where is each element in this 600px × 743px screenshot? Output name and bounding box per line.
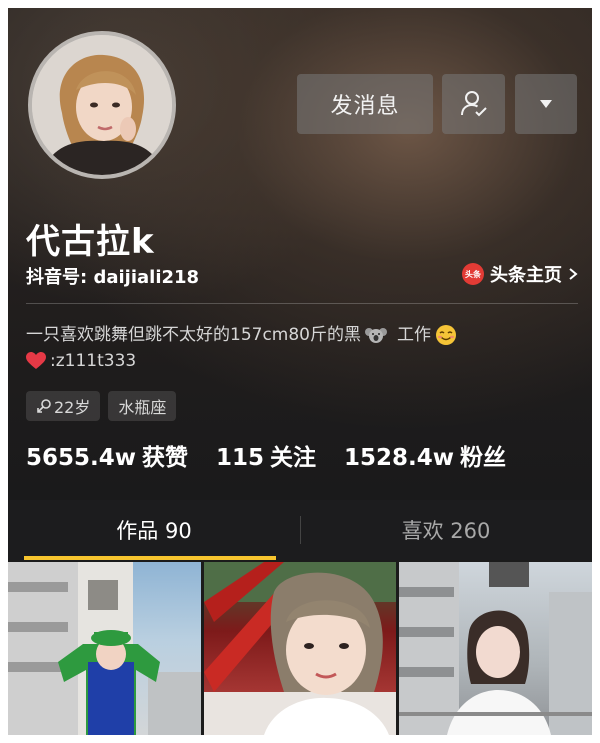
bio-line-2: :z111t333 (26, 348, 457, 374)
divider (26, 303, 578, 304)
video-thumbnail-image (8, 562, 201, 735)
stat-following-label: 关注 (270, 445, 317, 471)
profile-screen: 发消息 代古拉k 抖音号: daijiali218 头条 头条主页 一只喜欢跳舞… (8, 8, 592, 735)
toutiao-homepage-link[interactable]: 头条 头条主页 (462, 261, 578, 287)
stat-following[interactable]: 115 关注 (216, 438, 316, 472)
stat-followers-value: 1528.4w (344, 445, 455, 471)
tab-works[interactable]: 作品 90 (8, 500, 300, 560)
video-thumbnail[interactable] (203, 562, 397, 735)
stat-followers[interactable]: 1528.4w 粉丝 (344, 438, 506, 472)
stat-following-value: 115 (216, 445, 265, 471)
heart-icon (26, 352, 46, 369)
video-grid (8, 562, 592, 735)
profile-name: 代古拉k (26, 222, 155, 262)
tab-likes-label: 喜欢 260 (401, 519, 491, 543)
profile-stats: 5655.4w 获赞 115 关注 1528.4w 粉丝 (26, 438, 506, 472)
chevron-right-icon (569, 268, 578, 280)
video-thumbnail[interactable] (399, 562, 592, 735)
tab-likes[interactable]: 喜欢 260 (300, 500, 592, 560)
stat-likes[interactable]: 5655.4w 获赞 (26, 438, 188, 472)
user-check-icon (460, 91, 487, 117)
tag-age: 22岁 (26, 391, 101, 421)
video-thumbnail-image (203, 562, 397, 735)
active-tab-indicator (24, 556, 276, 560)
avatar-photo (32, 35, 172, 175)
video-thumbnail-image (399, 562, 592, 735)
follow-button[interactable] (442, 74, 505, 134)
tag-zodiac-label: 水瓶座 (118, 398, 167, 417)
stat-likes-label: 获赞 (142, 445, 189, 471)
stat-likes-value: 5655.4w (26, 445, 137, 471)
bio-contact: :z111t333 (50, 351, 137, 371)
tab-separator (300, 516, 301, 544)
bio-work: 工作 (397, 325, 431, 345)
tag-age-label: 22岁 (54, 398, 91, 417)
video-thumbnail[interactable] (8, 562, 201, 735)
profile-header: 发消息 代古拉k 抖音号: daijiali218 头条 头条主页 一只喜欢跳舞… (8, 8, 592, 500)
send-message-button[interactable]: 发消息 (297, 74, 433, 134)
tab-works-label: 作品 90 (116, 519, 192, 543)
bio: 一只喜欢跳舞但跳不太好的157cm80斤的黑 工作:z111t333 (26, 322, 457, 374)
gender-icon (37, 399, 51, 413)
avatar[interactable] (28, 31, 176, 179)
tag-zodiac: 水瓶座 (108, 391, 177, 421)
caret-down-icon (540, 100, 552, 108)
profile-tags: 22岁 水瓶座 (26, 391, 177, 421)
bio-line-1: 一只喜欢跳舞但跳不太好的157cm80斤的黑 工作 (26, 322, 457, 348)
koala-icon (365, 328, 387, 343)
stat-followers-label: 粉丝 (460, 445, 507, 471)
bio-text: 一只喜欢跳舞但跳不太好的157cm80斤的黑 (26, 325, 361, 345)
toutiao-icon: 头条 (462, 263, 484, 285)
douyin-id: 抖音号: daijiali218 (26, 267, 200, 288)
toutiao-link-label: 头条主页 (490, 265, 562, 286)
more-options-button[interactable] (515, 74, 577, 134)
smile-emoji-icon (436, 325, 456, 345)
send-message-label: 发消息 (330, 94, 400, 119)
